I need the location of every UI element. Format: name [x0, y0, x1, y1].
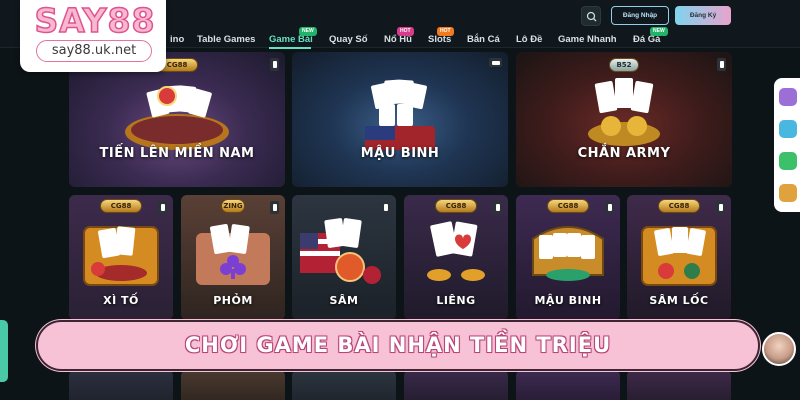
mobile-icon: [493, 201, 502, 214]
event-icon[interactable]: [779, 184, 797, 202]
brand-badge: CG88: [435, 199, 477, 213]
left-side-tab[interactable]: [0, 320, 8, 382]
nav-item-casino[interactable]: ino: [170, 34, 184, 45]
playing-cards-icon: [300, 218, 381, 284]
search-button[interactable]: [581, 6, 601, 26]
game-title: TIẾN LÊN MIỀN NAM: [99, 146, 255, 161]
mobile-icon: [605, 201, 614, 214]
playing-cards-icon: [641, 226, 717, 286]
game-title: CHẮN ARMY: [577, 146, 671, 161]
game-title: LIÊNG: [436, 294, 476, 307]
heart-card-icon: [427, 221, 485, 281]
game-title: SÂM LỐC: [649, 294, 709, 307]
hot-badge: HOT: [437, 27, 454, 36]
brand-badge: ZING: [221, 199, 245, 213]
mobile-icon: [158, 201, 167, 214]
game-card-partial[interactable]: [69, 370, 173, 400]
new-badge: NEW: [650, 27, 668, 36]
game-card-lieng[interactable]: CG88 LIÊNG: [404, 195, 508, 320]
mobile-icon: [716, 201, 725, 214]
mobile-icon: [270, 201, 279, 214]
game-title: XÌ TỐ: [103, 294, 139, 307]
nav-item-lo-de[interactable]: Lô Đề: [516, 34, 542, 45]
nav-item-quay-so[interactable]: Quay Số: [329, 34, 368, 45]
game-card-partial[interactable]: [627, 370, 731, 400]
nav-item-table-games[interactable]: Table Games: [197, 34, 255, 45]
nav-item-game-nhanh[interactable]: Game Nhanh: [558, 34, 617, 45]
game-card-sam-loc[interactable]: CG88 SÂM LỐC: [627, 195, 731, 320]
playing-cards-icon: [125, 85, 229, 150]
playing-cards-icon: [588, 78, 660, 146]
playing-cards-icon: [532, 226, 604, 281]
promo-icon[interactable]: [779, 152, 797, 170]
game-card-partial[interactable]: [181, 370, 285, 400]
register-button[interactable]: Đăng Ký: [675, 6, 731, 25]
playing-cards-icon: [365, 79, 435, 150]
vip-icon[interactable]: [779, 88, 797, 106]
support-chat-avatar[interactable]: [762, 332, 796, 366]
game-card-xi-to[interactable]: CG88 XÌ TỐ: [69, 195, 173, 320]
brand-badge: CG88: [100, 199, 142, 213]
mobile-icon: [717, 58, 726, 71]
game-card-partial[interactable]: [292, 370, 396, 400]
promo-banner: CHƠI GAME BÀI NHẬN TIỀN TRIỆU: [36, 320, 760, 371]
nav-item-ban-ca[interactable]: Bắn Cá: [467, 34, 500, 45]
playing-cards-icon: [83, 226, 159, 286]
logo-url: say88.uk.net: [36, 40, 152, 62]
game-card-mau-binh-2[interactable]: CG88 MẬU BINH: [516, 195, 620, 320]
brand-badge: B52: [609, 58, 639, 72]
hot-badge: HOT: [397, 27, 414, 36]
site-logo[interactable]: SAY88 say88.uk.net: [20, 0, 166, 72]
active-nav-underline: [269, 47, 311, 49]
new-badge: NEW: [299, 27, 317, 36]
game-card-tien-len-mien-nam[interactable]: CG88 TIẾN LÊN MIỀN NAM: [69, 52, 285, 187]
mobile-icon: [270, 58, 279, 71]
club-icon: [196, 223, 270, 285]
desktop-icon: [489, 58, 502, 67]
login-button[interactable]: Đăng Nhập: [611, 6, 669, 25]
game-title: MẬU BINH: [360, 146, 440, 161]
search-icon: [586, 11, 597, 22]
brand-badge: CG88: [658, 199, 700, 213]
game-card-chan-army[interactable]: B52 CHẮN ARMY: [516, 52, 732, 187]
game-card-sam[interactable]: SÂM: [292, 195, 396, 320]
brand-badge: CG88: [547, 199, 589, 213]
game-card-mau-binh[interactable]: MẬU BINH: [292, 52, 508, 187]
gift-icon[interactable]: [779, 120, 797, 138]
game-title: MẬU BINH: [534, 294, 602, 307]
banner-text: CHƠI GAME BÀI NHẬN TIỀN TRIỆU: [184, 333, 612, 357]
game-card-partial[interactable]: [516, 370, 620, 400]
game-title: SÂM: [329, 294, 359, 307]
logo-wordmark: SAY88: [34, 1, 156, 41]
game-title: PHỎM: [213, 294, 253, 307]
game-card-partial[interactable]: [404, 370, 508, 400]
game-card-phom[interactable]: ZING PHỎM: [181, 195, 285, 320]
side-promo-panel: [774, 78, 800, 212]
mobile-icon: [381, 201, 390, 214]
